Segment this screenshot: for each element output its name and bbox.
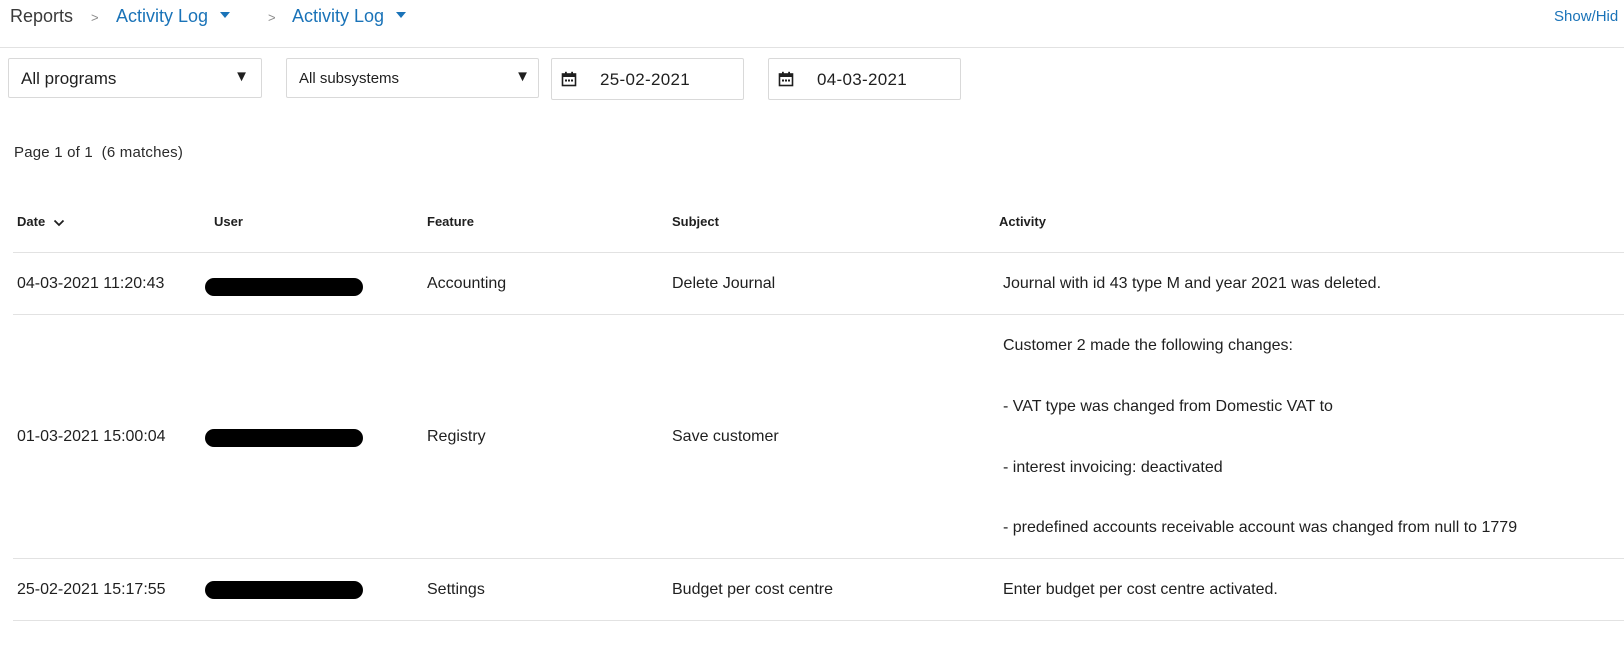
date-to-value: 04-03-2021 [817,70,907,89]
date-from-value: 25-02-2021 [600,70,690,89]
subsystem-select[interactable]: All subsystems ▼ [286,58,539,98]
column-header-label: Date [17,214,46,229]
row-activity-line: - interest invoicing: deactivated [1003,459,1223,476]
row-date: 01-03-2021 15:00:04 [17,428,166,445]
chevron-down-icon [53,219,64,226]
row-activity-line: Journal with id 43 type M and year 2021 … [1003,275,1382,292]
breadcrumb-bar: Reports > Activity Log > Activity Log Sh… [0,0,1624,48]
show-hide-link[interactable]: Show/Hid [1554,8,1618,25]
table-row[interactable]: 01-03-2021 15:00:04 Registry Save custom… [13,315,1624,559]
row-feature: Accounting [427,275,507,292]
breadcrumb-separator: > [91,10,99,25]
pagination-info: Page 1 of 1 (6 matches) [14,144,184,161]
row-date: 04-03-2021 11:20:43 [17,275,165,292]
dropdown-arrow-icon: ▼ [234,68,249,85]
calendar-icon [561,71,577,87]
date-from-field[interactable]: 25-02-2021 [551,58,744,100]
row-activity-line: - predefined accounts receivable account… [1003,519,1518,536]
breadcrumb-label: Activity Log [292,6,385,26]
caret-down-icon [396,12,407,19]
row-subject: Save customer [672,428,779,445]
row-subject: Budget per cost centre [672,581,833,598]
dropdown-arrow-icon: ▼ [515,68,530,85]
breadcrumb-label: Activity Log [116,6,209,26]
row-activity-line: - VAT type was changed from Domestic VAT… [1003,398,1333,415]
row-activity-line: Customer 2 made the following changes: [1003,337,1293,354]
row-date: 25-02-2021 15:17:55 [17,581,166,598]
redacted-user [205,581,363,599]
row-feature: Registry [427,428,486,445]
redacted-user [205,429,363,447]
breadcrumb-separator: > [268,10,276,25]
caret-down-icon [220,12,231,19]
breadcrumb-activity-log-sub-dropdown[interactable]: Activity Log [292,6,407,27]
column-header-subject[interactable]: Subject [672,214,719,229]
column-header-activity[interactable]: Activity [999,214,1046,229]
program-select[interactable]: All programs ▼ [8,58,262,98]
subsystem-select-value: All subsystems [299,70,400,87]
date-to-field[interactable]: 04-03-2021 [768,58,961,100]
breadcrumb-activity-log-dropdown[interactable]: Activity Log [116,6,231,27]
redacted-user [205,278,363,296]
column-header-date[interactable]: Date [17,214,65,229]
breadcrumb-root[interactable]: Reports [10,6,73,27]
program-select-value: All programs [21,69,117,88]
row-activity-line: Enter budget per cost centre activated. [1003,581,1278,598]
column-header-feature[interactable]: Feature [427,214,474,229]
table-row[interactable]: 04-03-2021 11:20:43 Accounting Delete Jo… [13,253,1624,315]
calendar-icon [778,71,794,87]
row-feature: Settings [427,581,485,598]
row-subject: Delete Journal [672,275,776,292]
column-header-user[interactable]: User [214,214,243,229]
table-row[interactable]: 25-02-2021 15:17:55 Settings Budget per … [13,559,1624,621]
